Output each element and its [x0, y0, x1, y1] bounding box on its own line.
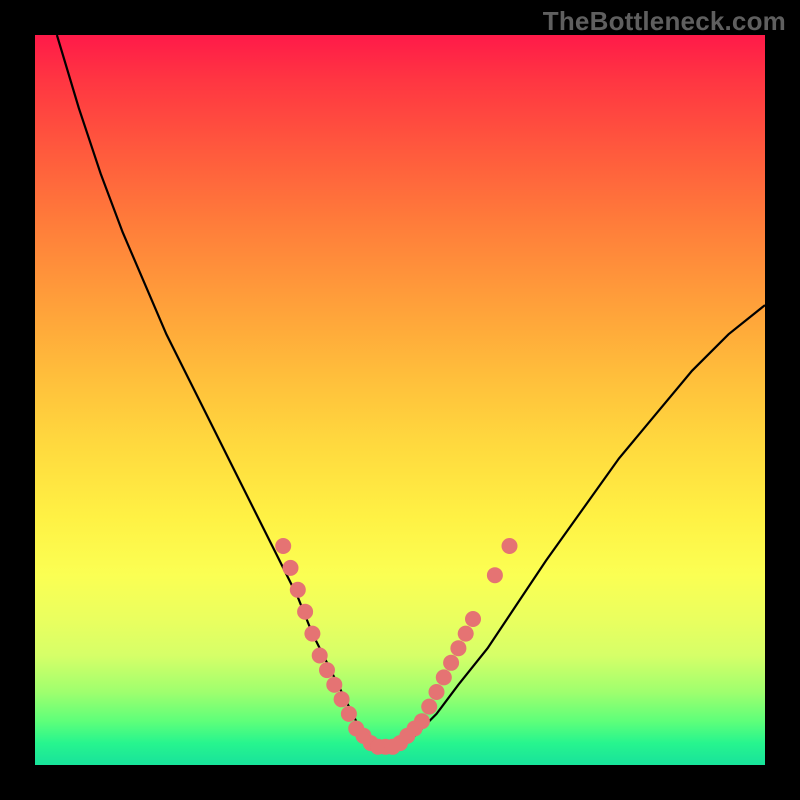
data-dot: [283, 560, 299, 576]
curve-line: [57, 35, 765, 750]
data-dot: [414, 713, 430, 729]
data-dot: [436, 669, 452, 685]
data-dot: [465, 611, 481, 627]
data-dot: [326, 677, 342, 693]
data-dot: [443, 655, 459, 671]
data-dot: [502, 538, 518, 554]
data-dot: [421, 699, 437, 715]
data-dot: [297, 604, 313, 620]
chart-frame: TheBottleneck.com: [0, 0, 800, 800]
watermark-text: TheBottleneck.com: [543, 6, 786, 37]
plot-area: [35, 35, 765, 765]
data-dot: [487, 567, 503, 583]
data-dot: [429, 684, 445, 700]
bottleneck-curve: [35, 35, 765, 765]
data-dot: [290, 582, 306, 598]
data-dot: [450, 640, 466, 656]
data-dot: [312, 648, 328, 664]
data-dot: [304, 626, 320, 642]
data-dot: [275, 538, 291, 554]
data-dots: [275, 538, 517, 755]
data-dot: [319, 662, 335, 678]
data-dot: [341, 706, 357, 722]
data-dot: [334, 691, 350, 707]
data-dot: [458, 626, 474, 642]
